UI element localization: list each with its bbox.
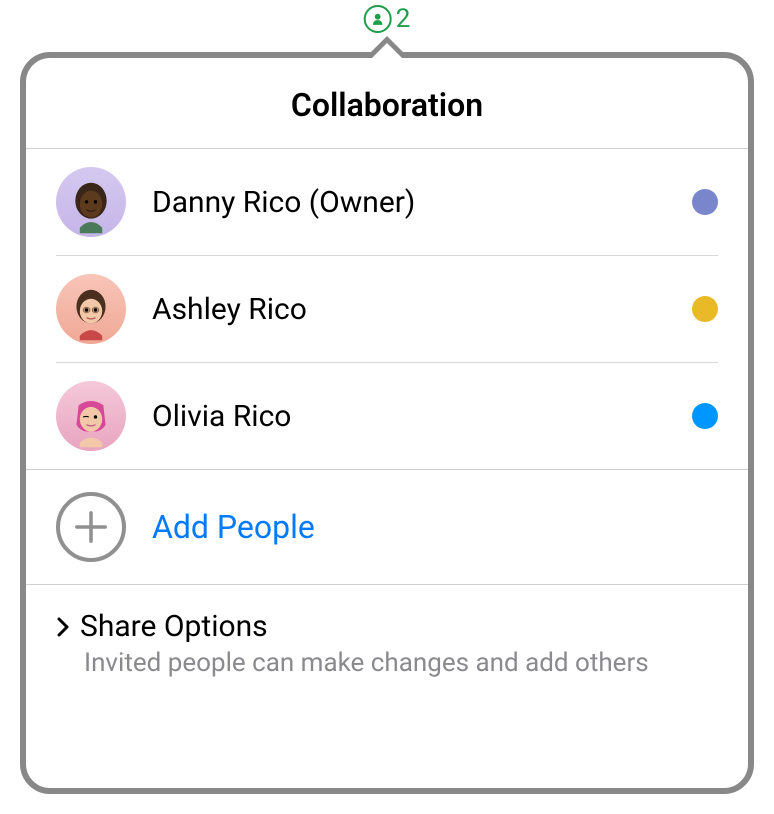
participant-list: Danny Rico (Owner) Ashley Rico <box>26 149 748 469</box>
add-people-button[interactable]: Add People <box>26 470 748 585</box>
popover-title: Collaboration <box>26 58 748 149</box>
avatar <box>56 167 126 237</box>
participant-row[interactable]: Ashley Rico <box>56 256 718 363</box>
share-options-title: Share Options <box>80 609 268 644</box>
participant-name: Ashley Rico <box>152 292 692 327</box>
collaboration-count: 2 <box>396 4 411 34</box>
collaboration-status-indicator[interactable]: 2 <box>364 4 411 34</box>
plus-icon <box>56 492 126 562</box>
person-circle-icon <box>364 5 392 33</box>
collaboration-popover: Collaboration Danny Rico (Owner) <box>20 52 754 794</box>
add-people-label: Add People <box>152 508 315 546</box>
participant-row[interactable]: Danny Rico (Owner) <box>56 149 718 256</box>
share-options-subtitle: Invited people can make changes and add … <box>84 648 718 678</box>
participant-row[interactable]: Olivia Rico <box>56 363 718 469</box>
participant-name: Danny Rico (Owner) <box>152 185 692 220</box>
presence-dot <box>692 403 718 429</box>
avatar <box>56 274 126 344</box>
chevron-right-icon <box>56 616 70 638</box>
participant-name: Olivia Rico <box>152 399 692 434</box>
presence-dot <box>692 189 718 215</box>
avatar <box>56 381 126 451</box>
presence-dot <box>692 296 718 322</box>
share-options-button[interactable]: Share Options Invited people can make ch… <box>26 585 748 700</box>
popover-arrow <box>365 36 409 58</box>
